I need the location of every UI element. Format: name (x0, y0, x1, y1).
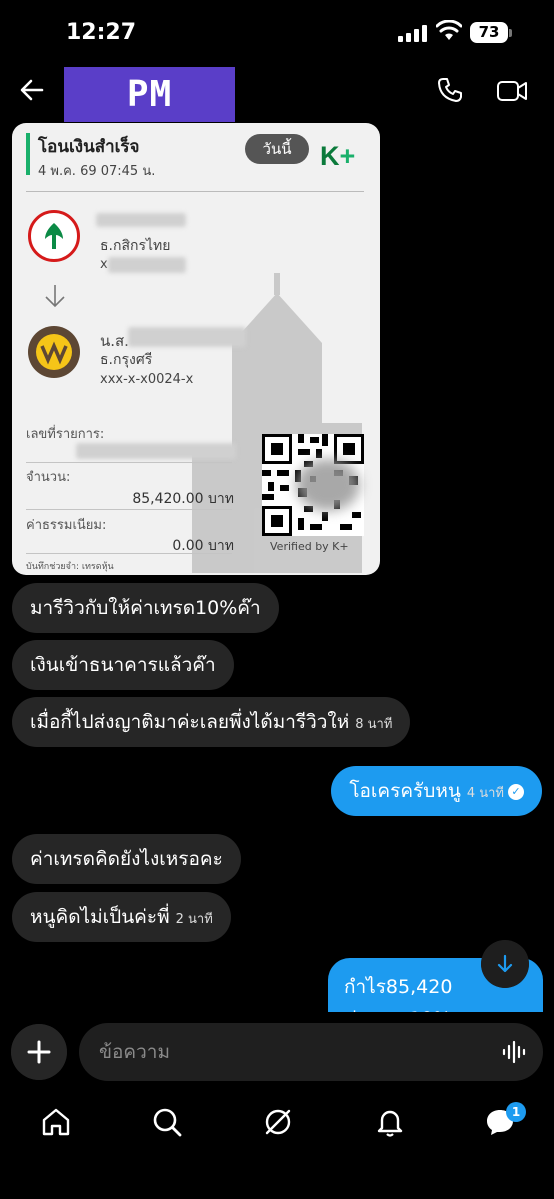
search-icon[interactable] (151, 1106, 183, 1138)
kasikorn-bank-icon (28, 210, 80, 262)
slip-date: 4 พ.ค. 69 07:45 น. (38, 164, 156, 179)
slip-divider (26, 191, 364, 192)
video-call-icon[interactable] (496, 78, 528, 104)
add-attachment-button[interactable] (11, 1024, 67, 1080)
amount-value: 85,420.00 บาท (132, 491, 234, 507)
overlay-clock-badge: PM 12:28 (64, 67, 235, 170)
message-bubble-incoming[interactable]: มารีวิวกับให้ค่าเทรด10%ค๊า (12, 583, 279, 633)
message-bubble-incoming[interactable]: ค่าเทรดคิดยังไงเหรอคะ (12, 834, 241, 884)
message-bubble-incoming[interactable]: เงินเข้าธนาคารแล้วค๊า (12, 640, 234, 690)
messages-unread-badge: 1 (506, 1102, 526, 1122)
message-text: โอเครครับหนู (349, 780, 461, 802)
message-text: ค่าเทรดคิดยังไงเหรอคะ (30, 848, 223, 870)
transfer-slip-image[interactable]: โอนเงินสำเร็จ 4 พ.ค. 69 07:45 น. วันนี้ … (12, 123, 380, 575)
fee-line (26, 553, 232, 554)
read-check-icon: ✓ (508, 783, 524, 800)
arrow-down-icon (45, 285, 65, 308)
sender-account-mask (108, 257, 186, 273)
reference-mask (76, 443, 236, 459)
message-input[interactable] (79, 1023, 543, 1081)
notifications-bell-icon[interactable] (374, 1106, 406, 1138)
scroll-to-bottom-button[interactable] (481, 940, 529, 988)
sender-account-prefix: x (100, 257, 108, 272)
message-text: เงินเข้าธนาคารแล้วค๊า (30, 654, 216, 676)
krungsri-bank-icon (28, 326, 80, 378)
message-text-line1: กำไร85,420 (344, 976, 453, 998)
message-bubble-outgoing[interactable]: โอเครครับหนู 4 นาที ✓ (331, 766, 542, 816)
message-text: หนูคิดไม่เป็นค่ะพี่ (30, 906, 170, 928)
qr-blur-mask (296, 459, 360, 511)
sender-name-mask (96, 213, 186, 227)
message-timestamp: 8 นาที (355, 717, 393, 732)
kplus-logo: K+ (320, 141, 356, 171)
grok-icon[interactable] (262, 1106, 294, 1138)
status-bar: 12:27 73 (0, 0, 554, 64)
message-timestamp: 2 นาที (175, 912, 213, 927)
today-badge: วันนี้ (245, 134, 309, 164)
battery-icon: 73 (470, 22, 508, 43)
message-bubble-incoming[interactable]: หนูคิดไม่เป็นค่ะพี่ 2 นาที (12, 892, 231, 942)
reference-line (26, 462, 232, 463)
recipient-name-mask (128, 327, 246, 347)
voice-message-icon[interactable] (502, 1040, 528, 1064)
sender-bank: ธ.กสิกรไทย (100, 238, 171, 254)
message-bubble-incoming[interactable]: เมื่อกี้ไปส่งญาติมาค่ะเลยพึ่งได้มารีวิวใ… (12, 697, 411, 747)
battery-cap (509, 29, 512, 37)
reference-label: เลขที่รายการ: (26, 427, 105, 442)
message-timestamp: 4 นาที (466, 786, 504, 801)
message-text: เมื่อกี้ไปส่งญาติมาค่ะเลยพึ่งได้มารีวิวใ… (30, 711, 350, 733)
chat-header: PM 12:28 (0, 64, 554, 170)
verified-label: Verified by K+ (270, 540, 349, 553)
message-text: มารีวิวกับให้ค่าเทรด10%ค๊า (30, 597, 261, 619)
recipient-bank: ธ.กรุงศรี (100, 352, 153, 368)
recipient-account: xxx-x-x0024-x (100, 372, 194, 387)
amount-line (26, 509, 232, 510)
wifi-icon (436, 20, 462, 40)
phone-call-icon[interactable] (436, 76, 464, 104)
home-icon[interactable] (40, 1106, 72, 1138)
slip-title: โอนเงินสำเร็จ (38, 137, 140, 157)
back-arrow-icon[interactable] (16, 74, 48, 106)
cellular-signal-icon (398, 24, 427, 42)
fee-label: ค่าธรรมเนียม: (26, 518, 107, 533)
memo-text: บันทึกช่วยจำ: เทรดหุ้น (26, 562, 114, 572)
status-time: 12:27 (66, 20, 137, 45)
title-accent-bar (26, 133, 30, 175)
amount-label: จำนวน: (26, 470, 71, 485)
